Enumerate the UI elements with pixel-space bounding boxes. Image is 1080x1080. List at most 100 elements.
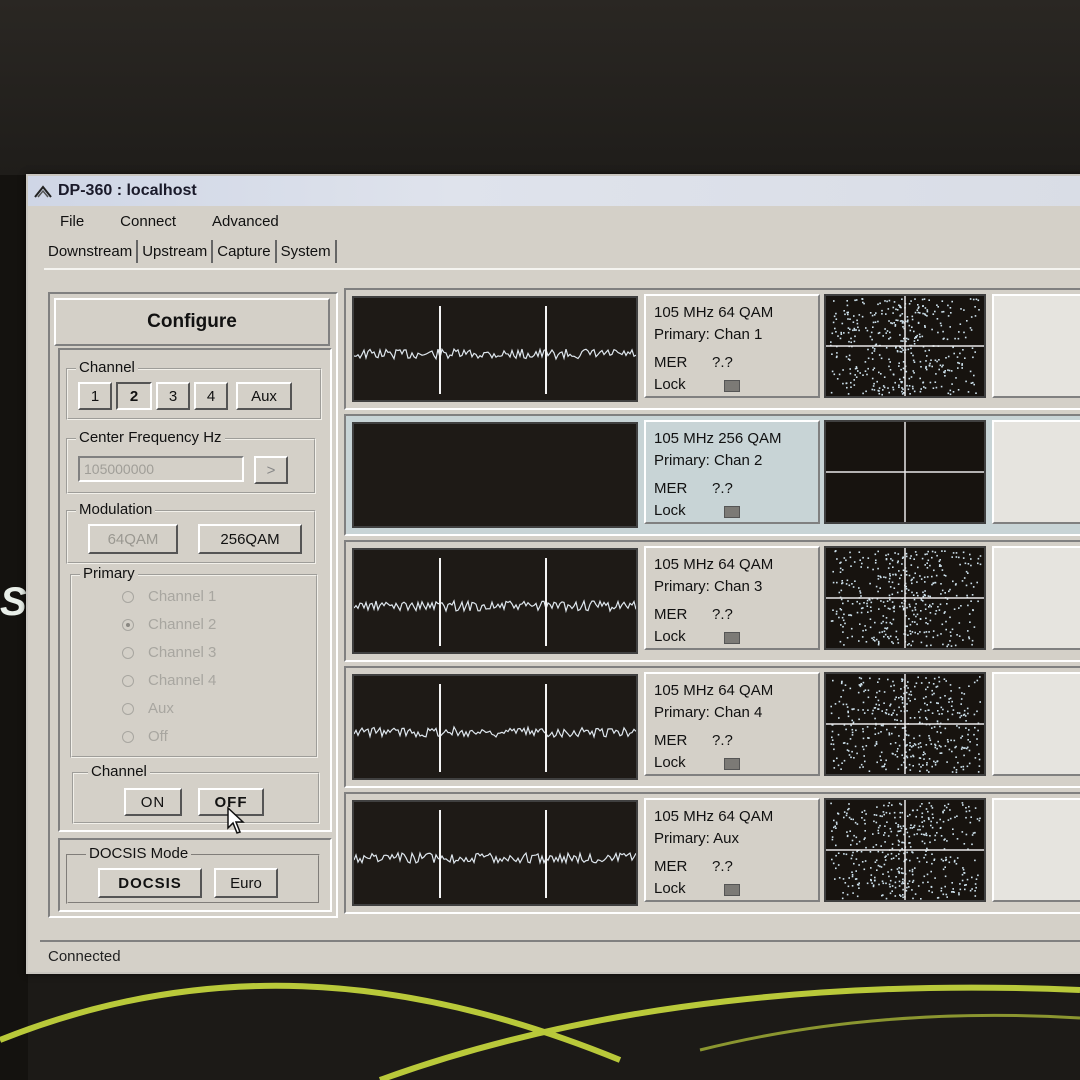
constellation-point	[928, 631, 930, 633]
constellation-point	[921, 816, 923, 818]
constellation-point	[900, 710, 902, 712]
channel-2-button[interactable]: 2	[116, 382, 152, 410]
constellation-point	[914, 685, 916, 688]
constellation-point	[912, 387, 914, 390]
euro-button[interactable]: Euro	[214, 868, 278, 898]
constellation-point	[884, 859, 887, 861]
constellation-point	[881, 631, 883, 633]
constellation-point	[902, 361, 905, 363]
constellation-point	[909, 827, 912, 829]
center-frequency-input[interactable]: 105000000	[78, 456, 244, 482]
constellation-point	[931, 575, 933, 578]
constellation-point	[844, 882, 847, 884]
constellation-point	[869, 851, 872, 853]
constellation-point	[944, 885, 946, 888]
menu-connect[interactable]: Connect	[118, 213, 178, 230]
constellation-point	[936, 702, 938, 704]
channel-row[interactable]: 105 MHz 64 QAM Primary: Chan 1 MER?.? Lock	[344, 288, 1080, 410]
radio-icon[interactable]	[122, 590, 134, 603]
constellation-point	[897, 748, 899, 750]
constellation-point	[945, 620, 947, 623]
constellation-point	[880, 759, 882, 761]
constellation-point	[931, 826, 934, 829]
constellation-point	[865, 846, 867, 849]
primary-option-aux[interactable]: Aux	[122, 700, 174, 717]
primary-option-off[interactable]: Off	[122, 728, 168, 745]
constellation-point	[888, 875, 890, 878]
docsis-button[interactable]: DOCSIS	[98, 868, 202, 898]
constellation-point	[951, 713, 954, 716]
channel-row[interactable]: 105 MHz 256 QAM Primary: Chan 2 MER?.? Lock	[344, 414, 1080, 536]
constellation-point	[850, 724, 852, 727]
constellation-point	[915, 815, 917, 818]
constellation-point	[959, 323, 962, 325]
constellation-point	[869, 626, 872, 629]
constellation-point	[967, 572, 969, 574]
channel-row[interactable]: 105 MHz 64 QAM Primary: Chan 3 MER?.? Lock	[344, 540, 1080, 662]
constellation-point	[920, 898, 922, 900]
constellation-point	[927, 559, 930, 562]
constellation-point	[862, 748, 865, 751]
constellation-point	[929, 739, 932, 742]
constellation-point	[888, 338, 890, 340]
tab-system[interactable]: System	[277, 240, 337, 263]
constellation-point	[888, 391, 890, 394]
modulation-256qam-button[interactable]: 256QAM	[198, 524, 302, 554]
constellation-point	[899, 830, 902, 832]
channel-on-button[interactable]: ON	[124, 788, 182, 816]
constellation-point	[887, 853, 889, 856]
constellation-point	[939, 818, 941, 821]
constellation-point	[916, 623, 918, 626]
constellation-point	[979, 817, 981, 820]
channel-4-button[interactable]: 4	[194, 382, 228, 410]
radio-icon[interactable]	[122, 702, 134, 715]
menu-file[interactable]: File	[58, 213, 86, 230]
channel-1-button[interactable]: 1	[78, 382, 112, 410]
constellation-point	[902, 388, 904, 391]
modulation-64qam-button[interactable]: 64QAM	[88, 524, 178, 554]
frequency-go-button[interactable]: >	[254, 456, 288, 484]
radio-checked-icon[interactable]	[122, 618, 134, 631]
constellation-point	[961, 364, 963, 366]
constellation-point	[929, 604, 931, 606]
constellation-point	[951, 891, 953, 893]
constellation-point	[935, 373, 937, 375]
constellation-point	[942, 338, 945, 340]
constellation-point	[923, 842, 926, 845]
configure-header[interactable]: Configure	[54, 298, 330, 346]
radio-icon[interactable]	[122, 674, 134, 687]
constellation-point	[924, 702, 926, 705]
constellation-point	[909, 742, 911, 744]
primary-option-channel-3[interactable]: Channel 3	[122, 644, 216, 661]
constellation-point	[974, 757, 977, 759]
channel-3-button[interactable]: 3	[156, 382, 190, 410]
constellation-point	[856, 600, 858, 603]
primary-option-channel-2[interactable]: Channel 2	[122, 616, 216, 633]
tab-upstream[interactable]: Upstream	[138, 240, 214, 263]
constellation-point	[878, 631, 881, 634]
primary-option-channel-4[interactable]: Channel 4	[122, 672, 216, 689]
channel-aux-button[interactable]: Aux	[236, 382, 292, 410]
constellation-point	[908, 763, 911, 766]
constellation-point	[892, 712, 894, 714]
tab-downstream[interactable]: Downstream	[44, 240, 139, 263]
constellation-point	[908, 886, 910, 888]
lock-indicator-icon	[724, 758, 740, 770]
constellation-point	[889, 369, 892, 371]
constellation-point	[976, 738, 978, 740]
channel-row[interactable]: 105 MHz 64 QAM Primary: Chan 4 MER?.? Lock	[344, 666, 1080, 788]
constellation-point	[906, 710, 908, 712]
constellation-point	[840, 696, 842, 698]
menu-advanced[interactable]: Advanced	[210, 213, 281, 230]
primary-option-channel-1[interactable]: Channel 1	[122, 588, 216, 605]
title-bar[interactable]: DP-360 : localhost	[28, 176, 1080, 206]
constellation-point	[969, 553, 971, 556]
tab-capture[interactable]: Capture	[213, 240, 277, 263]
radio-icon[interactable]	[122, 730, 134, 743]
constellation-point	[895, 630, 898, 633]
channel-row[interactable]: 105 MHz 64 QAM Primary: Aux MER?.? Lock	[344, 792, 1080, 914]
constellation-point	[833, 373, 836, 376]
constellation-point	[946, 840, 948, 842]
channel-group: Channel 1 2 3 4 Aux	[66, 359, 322, 420]
radio-icon[interactable]	[122, 646, 134, 659]
